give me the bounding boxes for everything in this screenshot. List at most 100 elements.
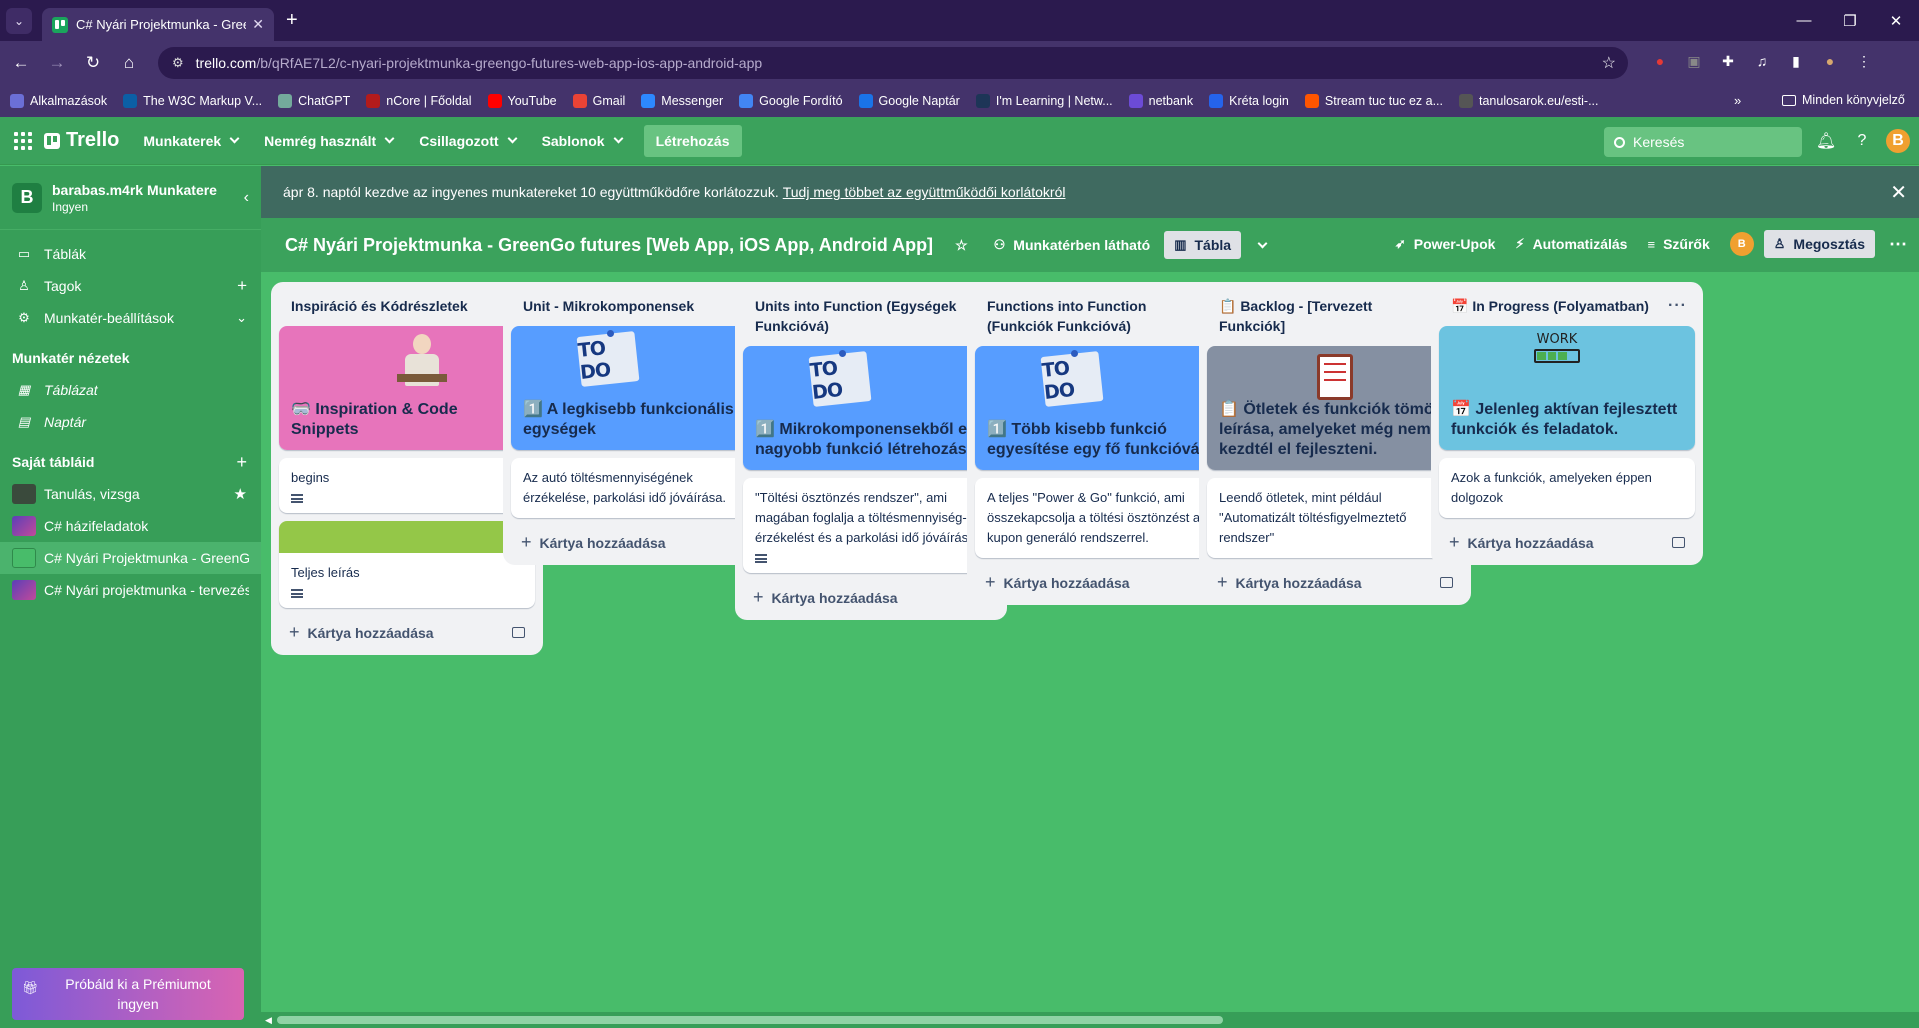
menu-templates[interactable]: Sablonok (542, 133, 624, 149)
browser-menu-icon[interactable]: ⋮ (1852, 49, 1876, 73)
add-card-button[interactable]: + Kártya hozzáadása (279, 616, 535, 647)
sidebar-item-members[interactable]: ♙ Tagok + (0, 270, 261, 302)
bookmark-item[interactable]: Google Fordító (739, 94, 843, 108)
star-filled-icon[interactable]: ★ (234, 485, 247, 503)
notifications-icon[interactable]: 🔔︎ (1814, 129, 1838, 153)
scrollbar-thumb[interactable] (277, 1016, 1223, 1024)
extension-grey-icon[interactable]: ▣ (1682, 49, 1706, 73)
board-member-avatar[interactable]: B (1729, 232, 1754, 256)
sidebar-board-item-active[interactable]: C# Nyári Projektmunka - GreenGo futures (0, 542, 261, 574)
tab-search-button[interactable]: ⌄ (6, 7, 32, 34)
card[interactable]: TO DO 1️⃣ Több kisebb funkció egyesítése … (975, 346, 1231, 470)
star-board-icon[interactable]: ☆ (955, 237, 968, 254)
bookmark-item[interactable]: Google Naptár (858, 94, 960, 108)
browser-tab-active[interactable]: C# Nyári Projektmunka - GreenGo ✕ (42, 8, 274, 41)
sidebar-item-table[interactable]: ▦ Táblázat (0, 374, 261, 406)
board-menu-icon[interactable]: ⋯ (1889, 234, 1907, 255)
bookmark-star-icon[interactable]: ☆ (1602, 53, 1616, 73)
card[interactable]: Teljes leírás (279, 521, 535, 608)
card[interactable]: begins (279, 458, 535, 513)
side-panel-icon[interactable]: ▮ (1784, 49, 1808, 73)
card[interactable]: "Töltési ösztönzés rendszer", ami magába… (743, 478, 999, 573)
bookmark-item[interactable]: Alkalmazások (10, 94, 107, 108)
add-board-icon[interactable]: + (236, 452, 247, 473)
sidebar-item-boards[interactable]: ▭ Táblák (0, 238, 261, 270)
add-card-button[interactable]: + Kártya hozzáadása (743, 581, 999, 612)
bookmark-item[interactable]: I'm Learning | Netw... (975, 94, 1113, 108)
horizontal-scrollbar[interactable]: ◀ (261, 1012, 1919, 1028)
bookmark-item[interactable]: YouTube (487, 94, 557, 108)
bookmark-item[interactable]: Messenger (641, 94, 723, 108)
banner-link[interactable]: Tudj meg többet az együttműködői korláto… (783, 184, 1066, 200)
list-title[interactable]: Functions into Function (Funkciók Funkci… (987, 296, 1196, 336)
sidebar-item-settings[interactable]: ⚙ Munkatér-beállítások ⌄ (0, 302, 261, 334)
minimize-button[interactable]: — (1781, 12, 1827, 29)
card[interactable]: A teljes "Power & Go" funkció, ami össze… (975, 478, 1231, 558)
list-title[interactable]: 📋 Backlog - [Tervezett Funkciók] (1219, 296, 1428, 336)
address-bar[interactable]: ⚙ trello.com/b/qRfAE7L2/c-nyari-projektm… (158, 47, 1628, 79)
automation-button[interactable]: ⚡︎ Automatizálás (1515, 236, 1627, 252)
more-bookmarks-button[interactable]: » (1734, 93, 1741, 108)
scroll-left-icon[interactable]: ◀ (265, 1015, 272, 1026)
bookmark-item[interactable]: ChatGPT (278, 94, 350, 108)
list-title[interactable]: Units into Function (Egységek Funkcióvá) (755, 296, 964, 336)
card[interactable]: TO DO 1️⃣ A legkisebb funkcionális egység… (511, 326, 767, 450)
view-board-button[interactable]: ▥ Tábla (1164, 231, 1242, 259)
trello-logo[interactable]: Trello (44, 129, 119, 152)
add-card-button[interactable]: + Kártya hozzáadása (975, 566, 1231, 597)
view-switcher-chevron-icon[interactable] (1255, 238, 1268, 248)
bookmark-item[interactable]: netbank (1128, 94, 1193, 108)
card-template-icon[interactable] (512, 627, 525, 638)
visibility-button[interactable]: ⚇ Munkatérben látható (994, 237, 1151, 253)
card[interactable]: Az autó töltésmennyiségének érzékelése, … (511, 458, 767, 518)
card-template-icon[interactable] (1440, 577, 1453, 588)
card[interactable]: Azok a funkciók, amelyeken éppen dolgozo… (1439, 458, 1695, 518)
extensions-puzzle-icon[interactable]: ✚ (1716, 49, 1740, 73)
menu-workspaces[interactable]: Munkaterek (143, 133, 240, 149)
sidebar-board-item[interactable]: Tanulás, vizsga ★ (0, 478, 261, 510)
list-title[interactable]: Inspiráció és Kódrészletek (291, 296, 468, 316)
sidebar-item-calendar[interactable]: ▤ Naptár (0, 406, 261, 438)
bookmark-item[interactable]: nCore | Főoldal (366, 94, 472, 108)
add-card-button[interactable]: + Kártya hozzáadása (1207, 566, 1463, 597)
app-switcher-icon[interactable] (14, 131, 32, 150)
help-icon[interactable]: ? (1850, 129, 1874, 153)
bookmark-item[interactable]: The W3C Markup V... (123, 94, 262, 108)
media-icon[interactable]: ♫ (1750, 49, 1774, 73)
menu-recent[interactable]: Nemrég használt (264, 133, 395, 149)
sidebar-board-item[interactable]: C# házifeladatok (0, 510, 261, 542)
card[interactable]: 🥽 Inspiration & Code Snippets (279, 326, 535, 450)
card[interactable]: WORK 📅 Jelenleg aktívan fejlesztett funkc… (1439, 326, 1695, 450)
all-bookmarks-folder[interactable]: Minden könyvjelző (1782, 93, 1905, 107)
try-premium-button[interactable]: 🎁︎ Próbáld ki a Prémiumot ingyen (12, 968, 244, 1020)
list-title[interactable]: 📅 In Progress (Folyamatban) (1451, 296, 1649, 316)
search-input[interactable]: Keresés (1604, 127, 1802, 157)
close-window-button[interactable]: ✕ (1873, 12, 1919, 30)
card[interactable]: Leendő ötletek, mint például "Automatizá… (1207, 478, 1463, 558)
bookmark-item[interactable]: Gmail (572, 94, 625, 108)
site-info-icon[interactable]: ⚙ (172, 55, 184, 71)
share-button[interactable]: ♙ Megosztás (1763, 230, 1875, 258)
add-card-button[interactable]: + Kártya hozzáadása (1439, 526, 1695, 557)
profile-avatar-icon[interactable]: ● (1818, 49, 1842, 73)
account-avatar[interactable]: B (1886, 129, 1910, 153)
list-menu-icon[interactable]: ··· (1668, 296, 1687, 316)
reload-button[interactable]: ↻ (78, 53, 108, 73)
extension-red-icon[interactable]: ● (1648, 49, 1672, 73)
menu-starred[interactable]: Csillagozott (419, 133, 518, 149)
filters-button[interactable]: ≡ Szűrők (1647, 236, 1709, 252)
close-tab-icon[interactable]: ✕ (252, 16, 264, 33)
back-button[interactable]: ← (6, 53, 36, 73)
card[interactable]: TO DO 1️⃣ Mikrokomponensekből egy nagyobb… (743, 346, 999, 470)
close-icon[interactable]: ✕ (1890, 180, 1907, 205)
create-button[interactable]: Létrehozás (643, 124, 742, 157)
board-title[interactable]: C# Nyári Projektmunka - GreenGo futures … (285, 235, 933, 256)
forward-button[interactable]: → (42, 53, 72, 73)
add-card-button[interactable]: + Kártya hozzáadása (511, 526, 767, 557)
list-title[interactable]: Unit - Mikrokomponensek (523, 296, 694, 316)
bookmark-item[interactable]: tanulosarok.eu/esti-... (1459, 94, 1599, 108)
bookmark-item[interactable]: Kréta login (1209, 94, 1289, 108)
restore-button[interactable]: ❐ (1827, 12, 1873, 30)
powerups-button[interactable]: ➶ Power-Upok (1395, 236, 1496, 252)
card-template-icon[interactable] (1672, 537, 1685, 548)
